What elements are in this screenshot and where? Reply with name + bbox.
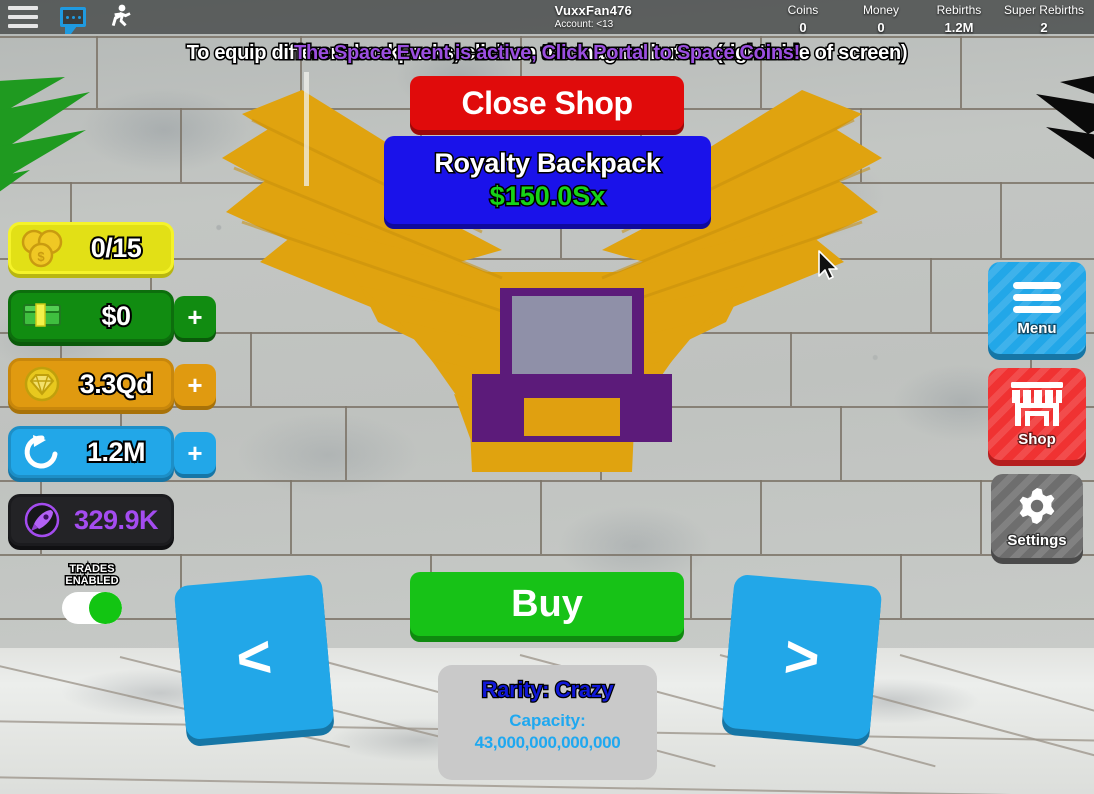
shop-button-label: Shop (1017, 429, 1057, 449)
stat-coins: Coins 0 (764, 3, 842, 35)
hamburger-menu-icon (1013, 281, 1061, 313)
side-button-group: Menu Shop Settings (988, 262, 1086, 558)
black-leaves-decoration (1036, 76, 1094, 160)
gems-add-button[interactable]: + (174, 364, 216, 406)
stat-value: 0 (877, 20, 885, 35)
item-nameplate: Royalty Backpack $150.0Sx (384, 136, 711, 224)
previous-item-button[interactable]: < (173, 573, 335, 741)
coins-icon: $ (21, 228, 63, 268)
toggle-knob (89, 592, 122, 624)
money-value: $0 (99, 299, 133, 333)
shop-button[interactable]: Shop (988, 368, 1086, 460)
trades-toggle[interactable] (62, 592, 122, 624)
rebirth-add-button[interactable]: + (174, 432, 216, 474)
space-coins-pill[interactable]: 329.9K (8, 494, 174, 546)
trades-toggle-group: TRADES ENABLED (62, 562, 122, 624)
stat-value: 0 (799, 20, 807, 35)
gems-value: 3.3Qd (78, 367, 155, 401)
svg-text:$: $ (37, 249, 45, 264)
stat-value: 2 (1040, 20, 1048, 35)
menu-button-label: Menu (1016, 318, 1058, 338)
emote-icon[interactable] (108, 4, 132, 30)
coins-pill[interactable]: $ 0/15 (8, 222, 174, 274)
space-coins-value: 329.9K (73, 504, 159, 535)
currency-stats: Coins 0 Money 0 Rebirths 1.2M Super Rebi… (764, 3, 1090, 35)
rocket-icon (21, 500, 63, 540)
ticker-message-purple: The Space Event is active, Click Portal … (293, 41, 802, 66)
next-item-button[interactable]: > (721, 573, 883, 741)
trades-label-line1: TRADES (68, 562, 116, 577)
capacity-value: 43,000,000,000,000 (474, 733, 621, 752)
stat-rebirths: Rebirths 1.2M (920, 3, 998, 35)
game-viewport: VuxxFan476 Account: <13 Coins 0 Money 0 … (0, 0, 1094, 794)
player-username: VuxxFan476 (554, 3, 632, 18)
stat-label: Rebirths (936, 3, 982, 17)
rebirth-pill[interactable]: 1.2M (8, 426, 174, 478)
stat-value: 1.2M (944, 20, 974, 35)
green-leaves-decoration (0, 77, 90, 192)
close-shop-button[interactable]: Close Shop (410, 76, 684, 130)
gear-icon (1019, 487, 1055, 524)
backpack-model (472, 288, 672, 442)
hamburger-menu-icon[interactable] (8, 6, 38, 28)
gem-icon (21, 364, 63, 404)
player-info: VuxxFan476 Account: <13 (555, 3, 632, 30)
item-price: $150.0Sx (488, 180, 607, 213)
mouse-pointer (818, 250, 838, 280)
gems-pill[interactable]: 3.3Qd (8, 358, 174, 410)
rebirth-value: 1.2M (85, 435, 148, 469)
cash-icon (21, 296, 63, 336)
storefront-icon (1011, 381, 1063, 426)
buy-button[interactable]: Buy (410, 572, 684, 636)
stat-label: Money (862, 3, 899, 17)
coins-value: 0/15 (89, 231, 144, 265)
money-add-button[interactable]: + (174, 296, 216, 338)
rarity-info-card: Rarity: Crazy Capacity: 43,000,000,000,0… (438, 665, 657, 780)
item-name: Royalty Backpack (433, 147, 663, 180)
chat-icon[interactable] (60, 7, 86, 34)
trades-label-line2: ENABLED (64, 574, 120, 589)
player-account-age: Account: <13 (554, 19, 614, 30)
stat-label: Super Rebirths (1003, 3, 1084, 17)
stat-money: Money 0 (842, 3, 920, 35)
announcement-ticker: To equip different backpacks, click on t… (0, 41, 1094, 70)
money-pill[interactable]: $0 (8, 290, 174, 342)
menu-button[interactable]: Menu (988, 262, 1086, 354)
capacity-label: Capacity: (509, 711, 586, 730)
stat-label: Coins (787, 3, 819, 17)
settings-button-label: Settings (1006, 530, 1068, 550)
settings-button[interactable]: Settings (991, 474, 1083, 558)
stat-super-rebirths: Super Rebirths 2 (998, 3, 1090, 35)
rebirth-arrow-icon (21, 432, 63, 472)
rarity-label: Rarity: Crazy (480, 676, 615, 704)
